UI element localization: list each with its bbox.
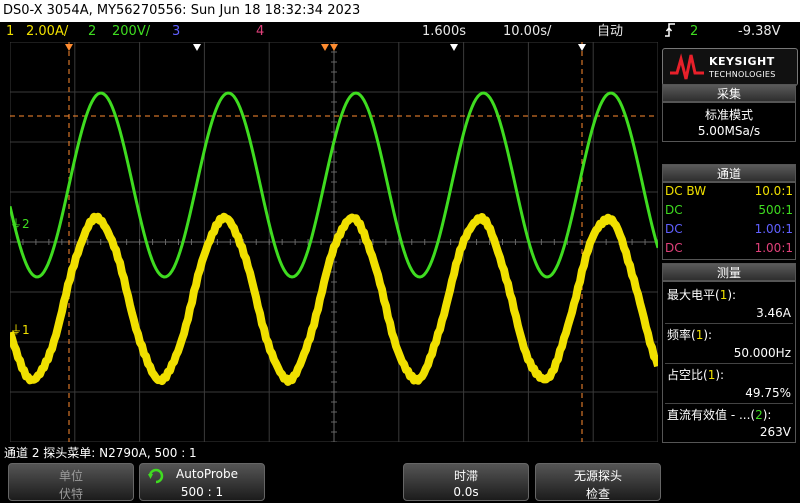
softkey-skew[interactable]: 时滞 0.0s [403, 463, 529, 501]
horizontal-delay[interactable]: 1.600s [422, 22, 466, 42]
softkey-passive-probe-value: 检查 [585, 487, 610, 501]
ch1-ground-label: 1 [22, 323, 30, 337]
ch4-probe-ratio: 1.00:1 [754, 241, 793, 255]
measurements-section[interactable]: 最大电平(1): 3.46A 频率(1): 50.000Hz 占空比(1): 4… [662, 281, 796, 443]
ch1-number[interactable]: 1 [6, 22, 14, 42]
channels-header[interactable]: 通道 [662, 164, 796, 182]
softkey-units-label: 单位 [58, 469, 83, 483]
logo-line1: KEYSIGHT [709, 55, 775, 68]
meas-3-value: 49.75% [745, 386, 791, 400]
ch2-probe-ratio: 500:1 [758, 203, 793, 217]
trigger-mode[interactable]: 自动 [597, 22, 623, 42]
logo-line2: TECHNOLOGIES [709, 70, 776, 79]
waveform-display[interactable]: ⏚2 ⏚1 [6, 41, 662, 443]
ch2-number[interactable]: 2 [88, 22, 96, 42]
channel-row-4[interactable]: DC 1.00:1 [663, 240, 795, 257]
trigger-level[interactable]: -9.38V [738, 22, 781, 42]
softkey-units[interactable]: 单位 伏特 [8, 463, 134, 501]
meas-1-value: 3.46A [756, 306, 791, 320]
ch4-coupling: DC [665, 241, 683, 255]
ch1-probe-ratio: 10.0:1 [754, 184, 793, 198]
meas-2-name: 频率(1): [667, 328, 713, 342]
softkey-autoprobe-value: 500 : 1 [180, 485, 224, 499]
meas-3-name: 占空比(1): [667, 368, 725, 382]
softkey-skew-value: 0.0s [453, 485, 479, 499]
ch1-scale[interactable]: 2.00A/ [26, 22, 68, 42]
softkey-autoprobe-label: AutoProbe [176, 467, 238, 481]
channel-row-1[interactable]: DC BW 10.0:1 [663, 183, 795, 200]
softkey-bar: 单位 伏特 AutoProbe 500 : 1 时滞 0.0s 无源探头 检查 [0, 461, 800, 503]
ch2-coupling: DC [665, 203, 683, 217]
meas-4-name: 直流有效值 - ...(2): [667, 408, 772, 422]
channel-row-3[interactable]: DC 1.00:1 [663, 221, 795, 238]
rising-edge-icon [664, 22, 676, 45]
trigger-delay-marker[interactable] [321, 44, 329, 51]
meas-divider [665, 403, 793, 404]
waveform-svg [6, 41, 662, 443]
ch1-ground-marker[interactable]: ⏚1 [10, 321, 30, 338]
meas-divider [665, 363, 793, 364]
softkey-skew-label: 时滞 [453, 469, 478, 483]
trigger-delay-marker-2[interactable] [330, 44, 338, 51]
softkey-autoprobe[interactable]: AutoProbe 500 : 1 [139, 463, 265, 501]
ch2-scale[interactable]: 200V/ [112, 22, 150, 42]
meas-divider [665, 323, 793, 324]
channel-row-2[interactable]: DC 500:1 [663, 202, 795, 219]
top-status-bar: 1 2.00A/ 2 200V/ 3 4 1.600s 10.00s/ 自动 2… [0, 22, 800, 42]
ch4-number[interactable]: 4 [256, 22, 264, 42]
time-reference-marker[interactable] [450, 44, 458, 51]
softkey-units-value: 伏特 [58, 487, 83, 501]
softkey-passive-probe-label: 无源探头 [573, 469, 622, 483]
keysight-wave-icon [669, 53, 705, 85]
ch3-probe-ratio: 1.00:1 [754, 222, 793, 236]
keysight-logo: KEYSIGHT TECHNOLOGIES [662, 48, 798, 86]
trigger-point-marker[interactable] [193, 44, 201, 51]
acquire-header[interactable]: 采集 [662, 84, 796, 102]
ch3-coupling: DC [665, 222, 683, 236]
channels-section[interactable]: DC BW 10.0:1 DC 500:1 DC 1.00:1 DC 1.00:1 [662, 182, 796, 260]
meas-2-value: 50.000Hz [733, 346, 791, 360]
cursor-x1-marker[interactable] [65, 44, 73, 51]
ch2-ground-marker[interactable]: ⏚2 [10, 215, 30, 232]
meas-1-name: 最大电平(1): [667, 288, 737, 302]
status-line: 通道 2 探头菜单: N2790A, 500 : 1 [4, 446, 197, 460]
trigger-source[interactable]: 2 [690, 22, 698, 42]
title-bar: DS0-X 3054A, MY56270556: Sun Jun 18 18:3… [0, 0, 800, 22]
side-panel: KEYSIGHT TECHNOLOGIES 采集 标准模式 5.00MSa/s … [660, 44, 800, 443]
ch1-coupling: DC BW [665, 184, 707, 198]
ch2-ground-label: 2 [22, 217, 30, 231]
acquire-mode: 标准模式 [704, 108, 753, 122]
sample-rate: 5.00MSa/s [697, 124, 761, 138]
softkey-passive-probe-check[interactable]: 无源探头 检查 [535, 463, 661, 501]
ch3-number[interactable]: 3 [172, 22, 180, 42]
measurements-header[interactable]: 测量 [662, 263, 796, 281]
meas-4-value: 263V [759, 425, 791, 439]
cursor-x2-marker[interactable] [578, 44, 586, 51]
timebase-scale[interactable]: 10.00s/ [503, 22, 551, 42]
acquire-section[interactable]: 标准模式 5.00MSa/s [662, 102, 796, 142]
